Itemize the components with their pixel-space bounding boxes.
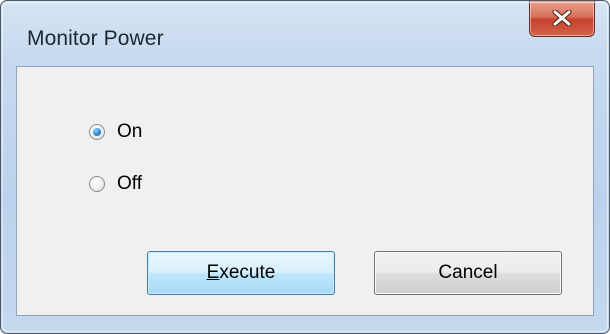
execute-label: xecute (219, 262, 276, 283)
radio-off-label[interactable]: Off (117, 173, 142, 195)
execute-button[interactable]: Execute (147, 251, 335, 295)
title-bar[interactable]: Monitor Power (1, 1, 609, 57)
monitor-power-dialog: Monitor Power On Off Execute Cancel (0, 0, 610, 334)
cancel-label: Cancel (438, 262, 498, 283)
window-title: Monitor Power (27, 27, 164, 50)
radio-on[interactable] (89, 124, 105, 140)
radio-option-off[interactable]: Off (89, 171, 142, 197)
radio-off[interactable] (89, 176, 105, 192)
radio-option-on[interactable]: On (89, 119, 142, 145)
dialog-client-area: On Off Execute Cancel (16, 66, 594, 316)
cancel-button[interactable]: Cancel (374, 251, 562, 295)
close-button[interactable] (529, 1, 595, 37)
radio-on-label[interactable]: On (117, 121, 142, 143)
execute-mnemonic: E (206, 262, 220, 283)
close-icon (552, 10, 572, 26)
